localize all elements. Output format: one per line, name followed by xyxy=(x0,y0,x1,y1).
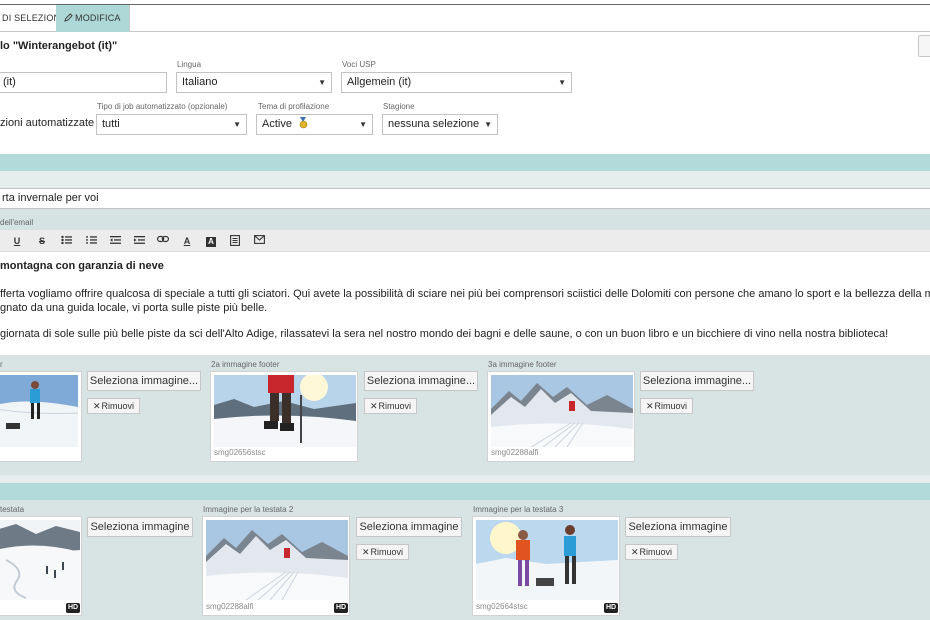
footer-image-1 xyxy=(0,375,78,447)
season-select[interactable]: nessuna selezione ▼ xyxy=(382,114,498,135)
options-button[interactable] xyxy=(918,35,930,57)
season-label: Stagione xyxy=(383,102,415,111)
tab-edit[interactable]: MODIFICA xyxy=(56,5,130,32)
jobtype-select[interactable]: tutti ▼ xyxy=(96,114,247,135)
section-divider-2 xyxy=(0,483,930,500)
header-image-1-card[interactable]: HD xyxy=(0,516,82,616)
numbered-list-icon[interactable] xyxy=(84,234,98,248)
chevron-down-icon: ▼ xyxy=(558,78,566,87)
footer-image-1-remove-button[interactable]: ✕Rimuovi xyxy=(87,398,140,414)
header-image-2-code: smg02288alfi xyxy=(206,602,254,611)
language-label: Lingua xyxy=(177,60,202,69)
name-field[interactable]: (it) xyxy=(0,72,167,93)
body-paragraph-2: giornata di sole sulle più belle piste d… xyxy=(0,328,889,340)
bullet-list-icon[interactable] xyxy=(59,234,73,248)
hd-badge: HD xyxy=(604,603,618,613)
font-color-icon[interactable]: A xyxy=(180,234,194,248)
header-image-1 xyxy=(0,520,80,600)
profile-select[interactable]: Active ▼ xyxy=(256,114,373,135)
background-color-icon[interactable]: A xyxy=(204,234,218,248)
email-icon[interactable] xyxy=(252,234,266,248)
footer-image-3-remove-button[interactable]: ✕Rimuovi xyxy=(640,398,693,414)
footer-image-3-code: smg02288alfi xyxy=(491,448,539,457)
section-spacer-2 xyxy=(0,475,930,483)
strikethrough-icon[interactable]: S xyxy=(35,234,49,248)
hd-badge: HD xyxy=(66,603,80,613)
chevron-down-icon: ▼ xyxy=(318,78,326,87)
header-image-1-label: testata xyxy=(0,505,25,514)
hd-badge: HD xyxy=(334,603,348,613)
close-icon: ✕ xyxy=(361,547,370,557)
header-image-3-select-button[interactable]: Seleziona immagine xyxy=(625,517,731,537)
underline-icon[interactable]: U xyxy=(10,234,24,248)
close-icon: ✕ xyxy=(92,401,101,411)
usp-select[interactable]: Allgemein (it) ▼ xyxy=(341,72,572,93)
body-heading: montagna con garanzia di neve xyxy=(0,260,164,272)
usp-label: Voci USP xyxy=(342,60,376,69)
footer-image-3-label: 3a immagine footer xyxy=(488,360,557,369)
header-image-1-select-button[interactable]: Seleziona immagine xyxy=(87,517,193,537)
header-image-2-card[interactable]: smg02288alfi HD xyxy=(202,516,350,616)
header-image-3-remove-button[interactable]: ✕Rimuovi xyxy=(625,544,678,560)
body-label: dell'email xyxy=(0,218,34,227)
header-image-3 xyxy=(476,520,618,600)
indent-icon[interactable] xyxy=(132,234,146,248)
link-icon[interactable] xyxy=(156,234,170,248)
chevron-down-icon: ▼ xyxy=(484,120,492,129)
footer-image-1-card[interactable] xyxy=(0,371,82,462)
footer-image-2-code: smg02656stsc xyxy=(214,448,266,457)
footer-image-3-select-button[interactable]: Seleziona immagine... xyxy=(640,371,754,391)
medal-icon xyxy=(299,117,308,129)
footer-image-1-label: r xyxy=(0,360,3,369)
chevron-down-icon: ▼ xyxy=(233,120,241,129)
header-image-3-card[interactable]: smg02664stsc HD xyxy=(472,516,620,616)
section-divider xyxy=(0,154,930,171)
close-icon: ✕ xyxy=(369,401,378,411)
section-spacer xyxy=(0,171,930,188)
tab-bar: DI SELEZIONE MODIFICA xyxy=(0,5,930,32)
pencil-icon xyxy=(64,13,73,22)
body-label-bar xyxy=(0,209,930,230)
close-icon: ✕ xyxy=(645,401,654,411)
outdent-icon[interactable] xyxy=(108,234,122,248)
chevron-down-icon: ▼ xyxy=(359,120,367,129)
subject-field[interactable]: rta invernale per voi xyxy=(0,188,930,209)
header-image-2 xyxy=(206,520,348,600)
footer-image-1-select-button[interactable]: Seleziona immagine... xyxy=(87,371,201,391)
footer-image-2-select-button[interactable]: Seleziona immagine... xyxy=(364,371,478,391)
template-icon[interactable] xyxy=(228,234,242,248)
body-paragraph-1-cont: gnato da una guida locale, vi porta sull… xyxy=(0,302,268,314)
language-select[interactable]: Italiano ▼ xyxy=(176,72,332,93)
body-paragraph-1: fferta vogliamo offrire qualcosa di spec… xyxy=(0,288,930,300)
footer-image-3-card[interactable]: smg02288alfi xyxy=(487,371,635,462)
automation-label: zioni automatizzate xyxy=(0,117,95,129)
editor-toolbar: U S A A xyxy=(0,230,930,252)
footer-image-2-remove-button[interactable]: ✕Rimuovi xyxy=(364,398,417,414)
profile-label: Tema di profilazione xyxy=(258,102,330,111)
header-image-3-code: smg02664stsc xyxy=(476,602,528,611)
footer-image-2-label: 2a immagine footer xyxy=(211,360,280,369)
close-icon: ✕ xyxy=(630,547,639,557)
page-title: lo "Winterangebot (it)" xyxy=(0,40,118,52)
header-image-2-remove-button[interactable]: ✕Rimuovi xyxy=(356,544,409,560)
header-image-3-label: Immagine per la testata 3 xyxy=(473,505,564,514)
footer-image-3 xyxy=(491,375,633,447)
footer-image-2-card[interactable]: smg02656stsc xyxy=(210,371,358,462)
header-image-2-label: Immagine per la testata 2 xyxy=(203,505,294,514)
header-image-2-select-button[interactable]: Seleziona immagine xyxy=(356,517,462,537)
footer-image-2 xyxy=(214,375,356,447)
jobtype-label: Tipo di job automatizzato (opzionale) xyxy=(97,102,228,111)
